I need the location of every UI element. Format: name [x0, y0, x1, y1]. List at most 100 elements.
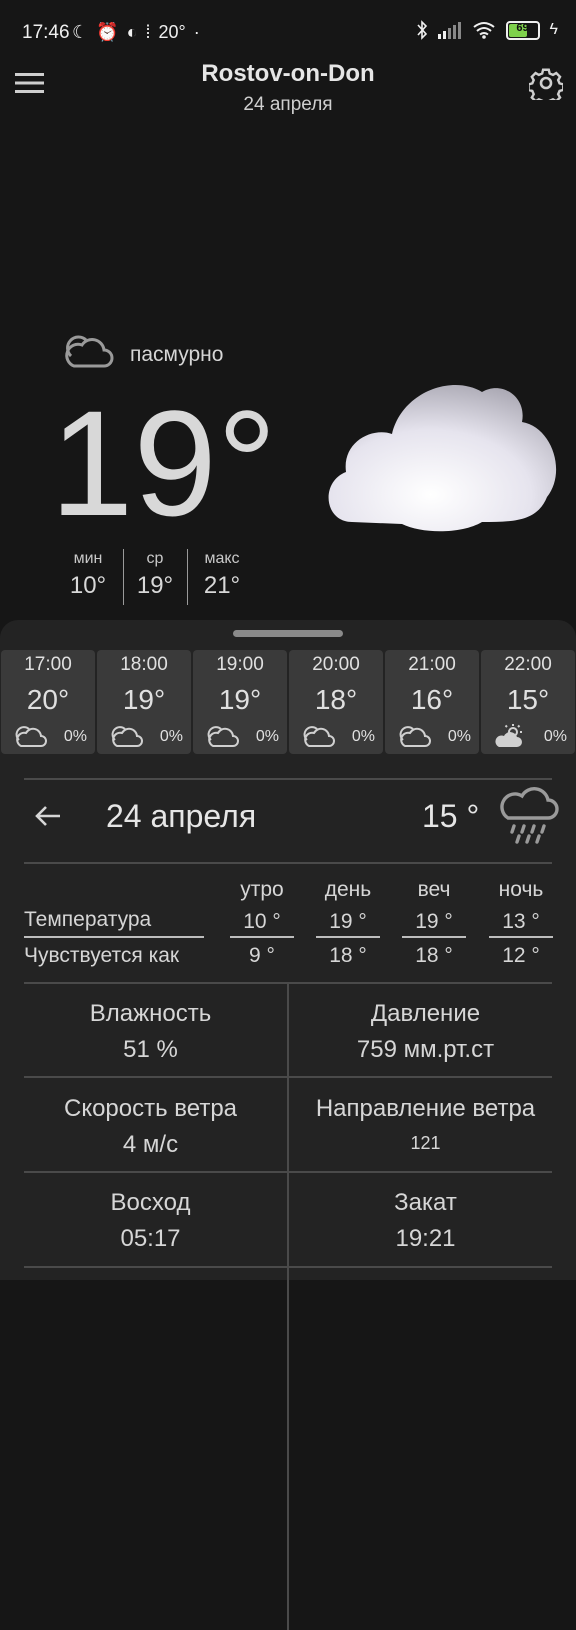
app-icon: ◐ [126, 22, 138, 42]
temp-morning: 10 ° [243, 910, 281, 933]
hour-temp: 16° [410, 684, 454, 715]
sunrise-label: Восход [110, 1189, 191, 1216]
sunset-cell: Закат 19:21 [294, 1189, 557, 1253]
pressure-label: Давление [370, 1000, 481, 1027]
humidity-label: Влажность [89, 1000, 212, 1027]
col-day: день [324, 878, 372, 901]
humidity-cell: Влажность 51 % [19, 1000, 282, 1064]
divider [24, 1266, 552, 1268]
divider [489, 936, 553, 938]
hour-precip: 0% [351, 728, 375, 745]
hour-time: 18:00 [120, 654, 168, 675]
status-icons-left: ☾ ⏰ ◐ ⁞ 20° · [72, 22, 200, 43]
signal-icon [437, 22, 461, 39]
sheet-drag-handle[interactable] [233, 630, 343, 637]
hour-card[interactable]: 21:00 16° 0% [385, 650, 479, 754]
wind-direction-label: Направление ветра [315, 1095, 536, 1122]
divider [24, 1171, 552, 1173]
battery-icon: 69 [505, 20, 540, 40]
divider [123, 549, 124, 605]
hour-temp: 19° [122, 684, 166, 715]
day-temp: 15 ° [422, 798, 480, 834]
status-bar: 17:46 ☾ ⏰ ◐ ⁞ 20° · 69 ϟ [0, 0, 576, 68]
moon-icon: ☾ [72, 22, 89, 42]
hour-card[interactable]: 20:00 18° 0% [289, 650, 383, 754]
hour-precip: 0% [159, 728, 183, 745]
hour-time: 19:00 [216, 654, 264, 675]
feels-day: 18 ° [329, 944, 367, 967]
hourly-forecast[interactable]: 17:00 20° 0% 18:00 19° 0% 19:00 19° 0% 2… [0, 650, 576, 754]
footsteps-icon: ⁞ [145, 22, 151, 42]
col-morning: утро [240, 878, 284, 901]
back-arrow-icon[interactable] [34, 804, 62, 828]
divider [24, 862, 552, 864]
min-label: мин [73, 550, 103, 567]
wind-direction-cell: Направление ветра 121 [294, 1095, 557, 1154]
divider [24, 778, 552, 780]
wind-speed-cell: Скорость ветра 4 м/с [19, 1095, 282, 1159]
divider [187, 549, 188, 605]
header-date: 24 апреля [243, 94, 333, 115]
cloud-icon [15, 726, 47, 747]
max-label: макс [204, 550, 240, 567]
hour-precip: 0% [255, 728, 279, 745]
humidity-value: 51 % [123, 1036, 178, 1063]
partly-cloudy-icon [495, 724, 522, 747]
gear-icon[interactable] [529, 66, 563, 100]
battery-level: 69 [516, 21, 529, 34]
wind-speed-value: 4 м/с [122, 1131, 179, 1158]
hour-precip: 0% [63, 728, 87, 745]
dot-icon: · [193, 22, 200, 42]
hour-card[interactable]: 19:00 19° 0% [193, 650, 287, 754]
rain-cloud-icon [500, 787, 559, 844]
wind-direction-value: 121 [410, 1133, 441, 1153]
sunset-value: 19:21 [395, 1225, 456, 1252]
divider [24, 1076, 552, 1078]
pressure-value: 759 мм.рт.ст [356, 1036, 495, 1063]
current-temp: 19° [50, 379, 277, 547]
avg-value: 19° [136, 572, 174, 599]
min-temp: мин 10° [64, 550, 112, 600]
details-sheet[interactable]: 17:00 20° 0% 18:00 19° 0% 19:00 19° 0% 2… [0, 620, 576, 1630]
hour-temp: 20° [26, 684, 70, 715]
feels-morning: 9 ° [249, 944, 275, 967]
hour-time: 21:00 [408, 654, 456, 675]
hour-time: 22:00 [504, 654, 552, 675]
hour-card[interactable]: 22:00 15° 0% [481, 650, 575, 754]
wind-speed-label: Скорость ветра [63, 1095, 238, 1122]
feels-evening: 18 ° [415, 944, 453, 967]
temperature-label: Температура [24, 908, 152, 931]
hour-time: 17:00 [24, 654, 72, 675]
feels-like-label: Чувствуется как [24, 944, 180, 967]
cloud-icon [207, 726, 239, 747]
avg-label: ср [146, 550, 164, 567]
hour-time: 20:00 [312, 654, 360, 675]
hour-precip: 0% [447, 728, 471, 745]
sunrise-value: 05:17 [120, 1225, 181, 1252]
sunset-label: Закат [394, 1189, 457, 1216]
divider [316, 936, 380, 938]
temp-night: 13 ° [502, 910, 540, 933]
divider [24, 936, 204, 938]
cloud-icon [111, 726, 143, 747]
wifi-icon [472, 22, 495, 39]
col-evening: веч [417, 878, 451, 901]
max-temp: макс 21° [196, 550, 248, 600]
hour-temp: 15° [506, 684, 550, 715]
hour-card[interactable]: 18:00 19° 0% [97, 650, 191, 754]
divider [402, 936, 466, 938]
cloud-icon [303, 726, 335, 747]
hour-card[interactable]: 17:00 20° 0% [1, 650, 95, 754]
city-name: Rostov-on-Don [201, 60, 375, 87]
feels-night: 12 ° [502, 944, 540, 967]
cloud-illustration [328, 385, 557, 532]
charging-icon: ϟ [549, 21, 558, 38]
col-night: ночь [498, 878, 544, 901]
condition-text: пасмурно [130, 343, 224, 366]
temp-day: 19 ° [329, 910, 367, 933]
avg-temp: ср 19° [132, 550, 178, 600]
pressure-cell: Давление 759 мм.рт.ст [294, 1000, 557, 1064]
hour-temp: 18° [314, 684, 358, 715]
cloud-icon [65, 335, 114, 368]
day-date: 24 апреля [106, 798, 257, 834]
